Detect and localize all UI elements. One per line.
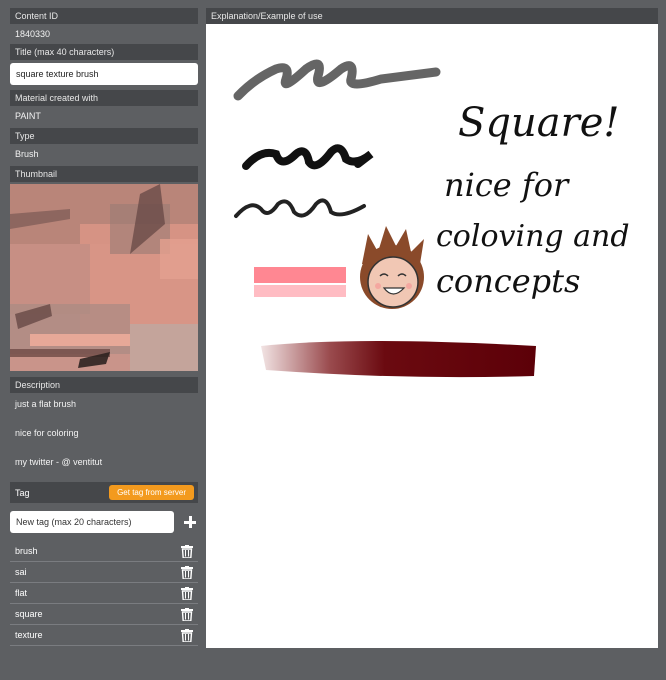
add-tag-icon[interactable] [182,514,198,530]
tag-row: square [10,604,198,625]
description-line: my twitter - @ ventitut [15,457,103,467]
new-tag-input[interactable]: New tag (max 20 characters) [10,511,174,533]
description-line: nice for coloring [15,428,79,438]
tag-row: texture [10,625,198,646]
new-tag-row: New tag (max 20 characters) [10,511,198,533]
type-label: Type [10,128,198,144]
trash-icon[interactable] [181,628,193,643]
tag-label: Tag [15,487,30,498]
tag-header: Tag Get tag from server [10,482,198,503]
brush-stroke [242,144,374,170]
thumbnail-label: Thumbnail [10,166,198,182]
get-tag-from-server-button[interactable]: Get tag from server [109,485,194,500]
character-face-icon [360,226,424,309]
brush-stroke [233,59,441,101]
left-panel: Content ID 1840330 Title (max 40 charact… [10,8,198,646]
example-image: Square! nice for coloving and concepts [206,24,658,648]
title-input[interactable]: square texture brush [10,63,198,85]
tag-row: brush [10,541,198,562]
brush-stroke [234,198,366,218]
description-label: Description [10,377,198,393]
tag-row: flat [10,583,198,604]
title-label: Title (max 40 characters) [10,44,198,60]
handwriting-line: concepts [436,262,580,300]
tag-list: brush sai flat square texture [10,541,198,646]
thumbnail-image [10,184,198,371]
type-value: Brush [15,149,39,159]
handwriting-line: coloving and [436,219,630,254]
tag-row: sai [10,562,198,583]
brush-stroke [254,267,346,283]
material-value: PAINT [15,111,41,121]
explanation-panel: Explanation/Example of use Square! nice … [206,8,658,648]
trash-icon[interactable] [181,565,193,580]
tag-name: flat [15,588,28,598]
tag-name: brush [15,546,38,556]
explanation-label: Explanation/Example of use [206,8,658,24]
description-line: just a flat brush [15,399,77,409]
material-label: Material created with [10,90,198,106]
content-id-value: 1840330 [15,29,51,39]
trash-icon[interactable] [181,607,193,622]
content-id-label: Content ID [10,8,198,24]
brush-stroke [261,341,536,378]
tag-name: square [15,609,43,619]
handwriting-line: Square! [458,100,619,146]
tag-name: sai [15,567,27,577]
tag-name: texture [15,630,43,640]
trash-icon[interactable] [181,544,193,559]
handwriting-line: nice for [444,166,570,204]
trash-icon[interactable] [181,586,193,601]
brush-stroke [254,285,346,297]
